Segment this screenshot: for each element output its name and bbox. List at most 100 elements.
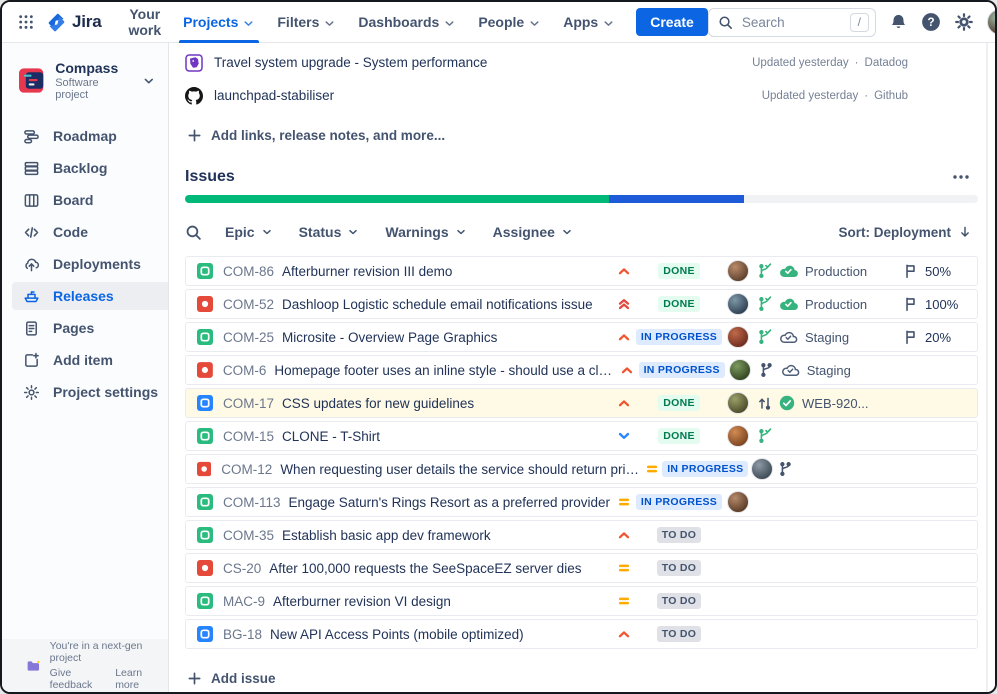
environment-label: Production (805, 296, 868, 312)
sidebar-item-releases[interactable]: Releases (12, 282, 168, 311)
issue-key: MAC-9 (223, 593, 266, 609)
issues-search-button[interactable] (185, 224, 202, 241)
issue-title: After 100,000 requests the SeeSpaceEZ se… (269, 560, 582, 576)
issue-title: New API Access Points (mobile optimized) (270, 626, 524, 642)
sidebar-item-add-item[interactable]: Add item (2, 346, 168, 374)
issue-row[interactable]: COM-15 CLONE - T-Shirt DONE (185, 421, 978, 451)
linked-item-meta: Updated yesterday · Datadog (752, 56, 908, 69)
sidebar-item-code[interactable]: Code (2, 218, 168, 246)
project-sidebar: Compass Software project Roadmap Backlog… (2, 43, 169, 692)
settings-button[interactable] (954, 12, 974, 32)
issue-row[interactable]: COM-86 Afterburner revision III demo DONE P… (185, 256, 978, 286)
notifications-button[interactable] (889, 13, 908, 32)
priority-medium-icon (647, 465, 658, 473)
branch-icon (761, 363, 772, 377)
issues-more-options-button[interactable] (948, 170, 974, 184)
issue-title: CSS updates for new guidelines (282, 395, 475, 411)
filter-status[interactable]: Status (299, 224, 360, 240)
environment-label: Production (805, 263, 868, 279)
sidebar-item-backlog[interactable]: Backlog (2, 154, 168, 182)
issue-row[interactable]: CS-20 After 100,000 requests the SeeSpace… (185, 553, 978, 583)
issue-row[interactable]: COM-52 Dashloop Logistic schedule email n… (185, 289, 978, 319)
flag-icon (906, 297, 915, 311)
create-button[interactable]: Create (636, 8, 708, 36)
datadog-icon (185, 53, 203, 72)
linked-item-row[interactable]: launchpad-stabiliser Updated yesterday ·… (185, 79, 978, 112)
sidebar-item-board[interactable]: Board (2, 186, 168, 214)
chevron-down-icon (325, 20, 334, 26)
filter-warnings[interactable]: Warnings (385, 224, 466, 240)
project-type: Software project (55, 77, 99, 102)
priority-medium-icon (618, 597, 630, 605)
deployments-cloud-icon (25, 258, 40, 271)
issue-row[interactable]: COM-25 Microsite - Overview Page Graphics… (185, 322, 978, 352)
scrollbar[interactable] (986, 43, 988, 692)
search-icon (186, 225, 201, 240)
filter-assignee[interactable]: Assignee (493, 224, 573, 240)
chevron-down-icon (530, 20, 539, 26)
search-input[interactable] (739, 13, 843, 31)
project-name: Compass (55, 60, 119, 76)
issue-key: CS-20 (223, 560, 262, 576)
production-cloud-icon (780, 265, 798, 278)
roadmap-icon (24, 129, 39, 144)
nav-apps[interactable]: Apps (552, 2, 626, 43)
sidebar-item-roadmap[interactable]: Roadmap (2, 122, 168, 150)
issue-row[interactable]: COM-6 Homepage footer uses an inline styl… (185, 355, 978, 385)
nav-people[interactable]: People (467, 2, 552, 43)
branch-check-icon (759, 428, 772, 443)
linked-item-row[interactable]: Travel system upgrade - System performan… (185, 46, 978, 79)
issue-row[interactable]: COM-35 Establish basic app dev framework T… (185, 520, 978, 550)
flag-percentage: 50% (925, 263, 952, 279)
priority-high-icon (618, 631, 630, 638)
issue-key: COM-25 (223, 329, 275, 345)
issue-row[interactable]: MAC-9 Afterburner revision VI design TO DO (185, 586, 978, 616)
nav-your-work[interactable]: Your work (117, 2, 172, 43)
environment-label: Staging (806, 362, 851, 378)
issue-title: Microsite - Overview Page Graphics (282, 329, 498, 345)
question-icon: ? (921, 13, 940, 31)
sort-deployment-button[interactable]: Sort: Deployment (832, 224, 978, 241)
sidebar-item-deployments[interactable]: Deployments (2, 250, 168, 278)
nav-filters[interactable]: Filters (266, 2, 347, 43)
issue-title: Establish basic app dev framework (282, 527, 491, 543)
chevron-down-icon (244, 20, 253, 26)
assignee-avatar (750, 458, 773, 480)
sidebar-nav: Roadmap Backlog Board Code Deployments R… (2, 116, 168, 406)
issue-title: Afterburner revision III demo (282, 263, 453, 279)
settings-gear-icon (23, 384, 40, 400)
priority-high-icon (622, 367, 633, 374)
top-navbar: Jira Your work Projects Filters Dashboar… (2, 2, 995, 43)
issue-row[interactable]: COM-17 CSS updates for new guidelines DONE… (185, 388, 978, 418)
issue-title: Dashloop Logistic schedule email notific… (282, 296, 593, 312)
nav-dashboards[interactable]: Dashboards (347, 2, 467, 43)
branch-up-icon (759, 397, 771, 410)
branch-check-icon (759, 263, 772, 278)
status-badge: DONE (658, 296, 700, 312)
next-gen-note: You're in a next-gen project (49, 640, 143, 664)
jira-window: Jira Your work Projects Filters Dashboar… (0, 0, 997, 694)
search-box: / (707, 7, 876, 37)
issue-row[interactable]: COM-113 Engage Saturn's Rings Resort as a… (185, 487, 978, 517)
user-avatar[interactable] (986, 9, 995, 35)
learn-more-link[interactable]: Learn more (115, 667, 158, 691)
issue-row[interactable]: BG-18 New API Access Points (mobile optim… (185, 619, 978, 649)
nav-projects[interactable]: Projects (172, 2, 266, 43)
environment-label: Staging (805, 329, 850, 345)
sidebar-footer: You're in a next-gen project Give feedba… (2, 639, 168, 692)
filter-epic[interactable]: Epic (225, 224, 273, 240)
add-links-button[interactable]: Add links, release notes, and more... (185, 123, 445, 147)
project-switcher[interactable]: Compass Software project (2, 43, 168, 116)
add-issue-button[interactable]: Add issue (185, 666, 276, 690)
give-feedback-link[interactable]: Give feedback (50, 667, 104, 691)
jira-logo[interactable]: Jira (46, 12, 102, 33)
sidebar-item-pages[interactable]: Pages (2, 314, 168, 342)
chevron-down-icon (604, 20, 613, 26)
sidebar-item-project-settings[interactable]: Project settings (2, 378, 168, 406)
help-button[interactable]: ? (921, 12, 941, 32)
assignee-avatar (727, 293, 749, 315)
issue-row[interactable]: COM-12 When requesting user details the s… (185, 454, 978, 484)
story-issue-type-icon (197, 527, 213, 543)
app-switcher-icon[interactable] (12, 8, 40, 36)
chevron-down-icon (349, 229, 358, 235)
